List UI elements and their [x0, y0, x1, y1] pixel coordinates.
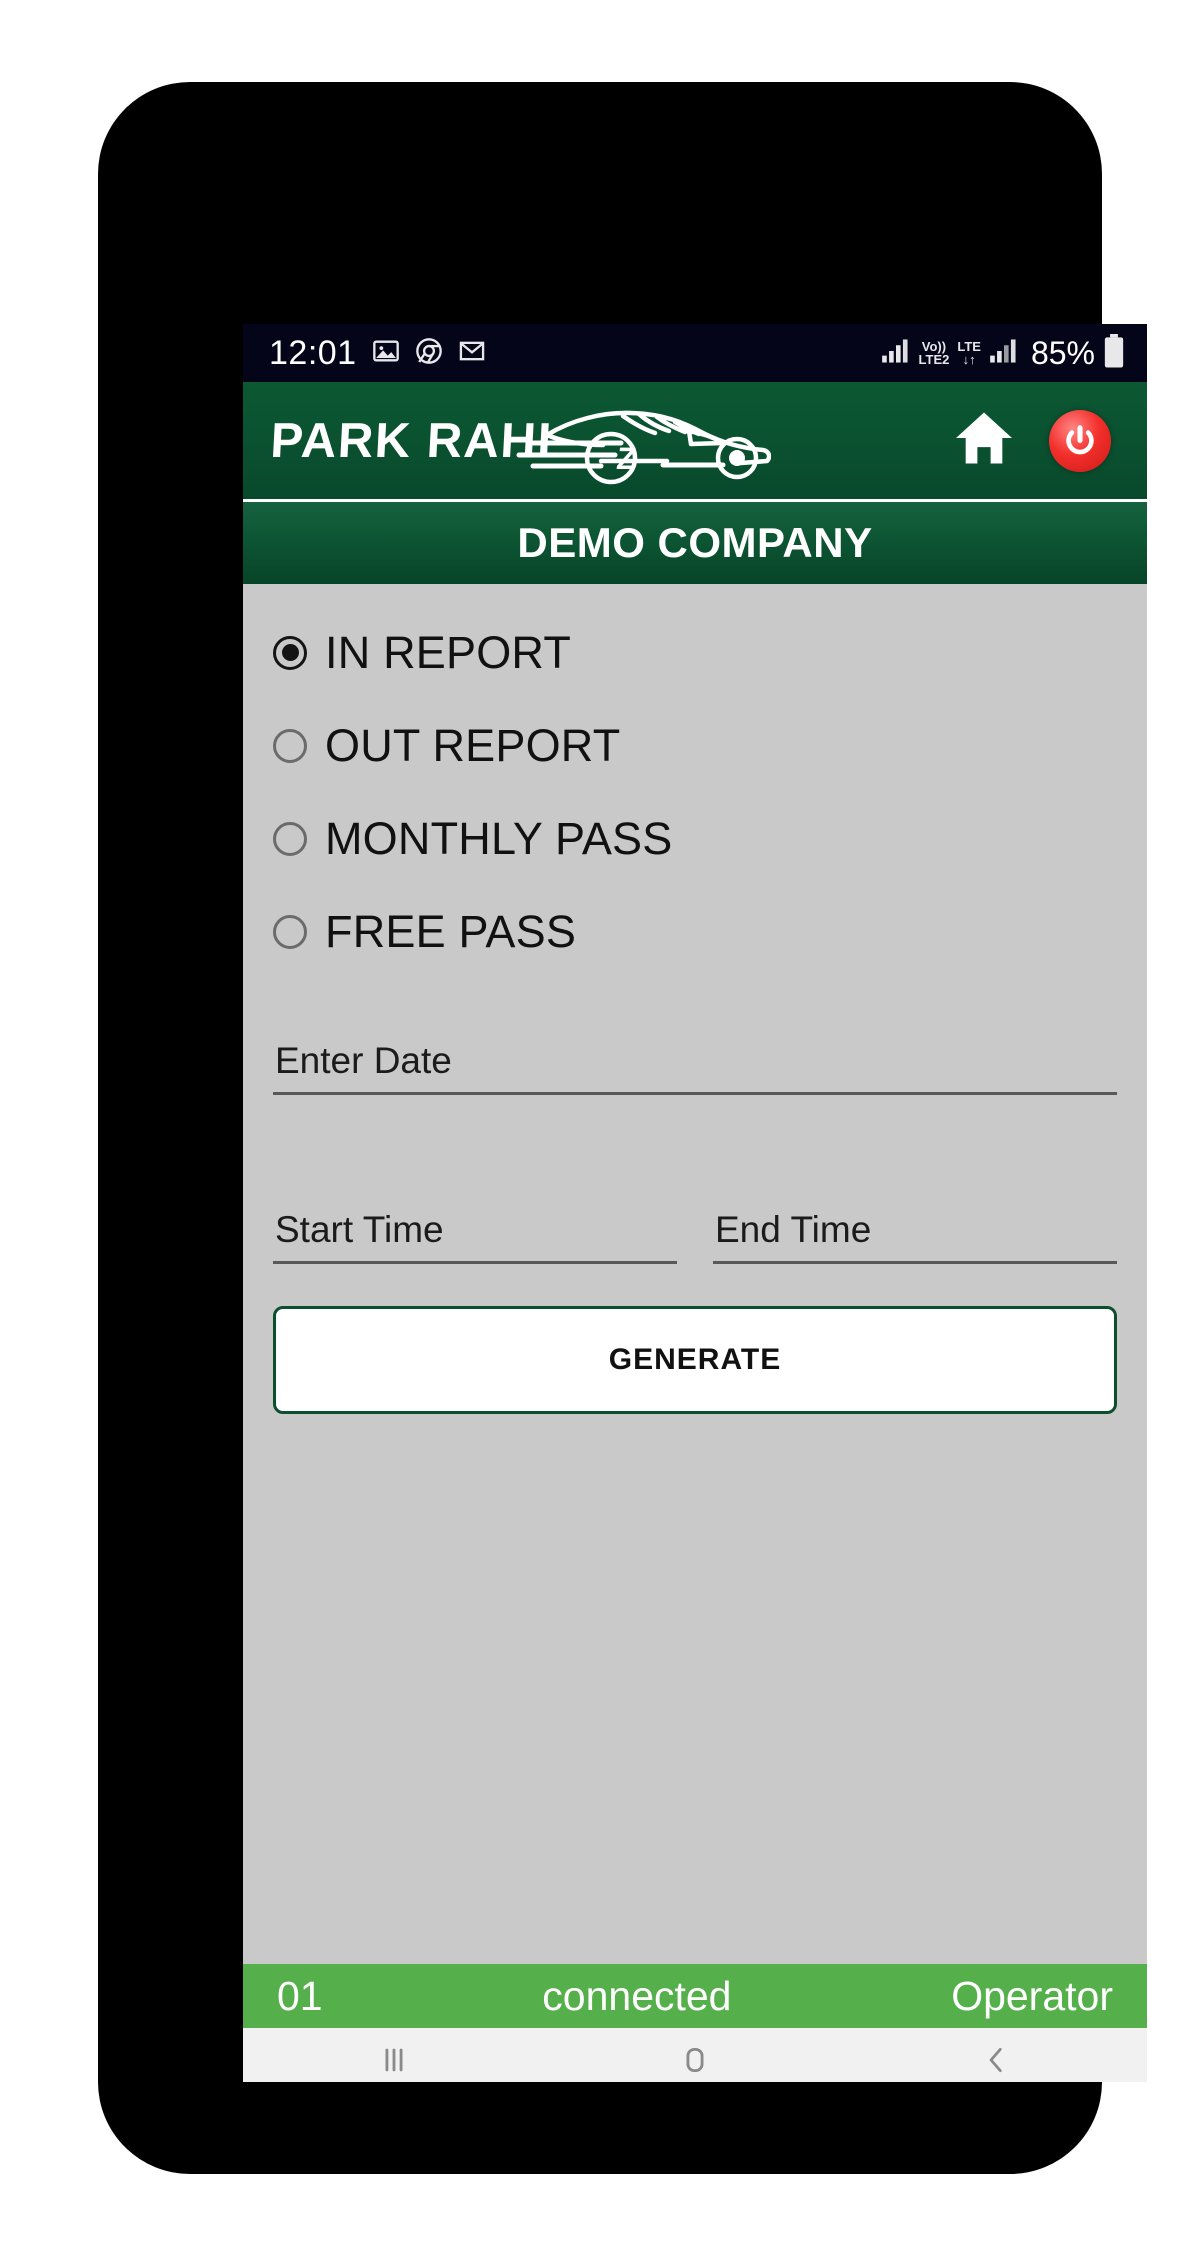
date-field-wrapper [273, 1036, 1117, 1095]
radio-label: IN REPORT [325, 626, 572, 678]
app-header: PARK RAHI Z [243, 382, 1147, 502]
end-time-input[interactable] [713, 1205, 1117, 1264]
svg-text:PARK RAHI: PARK RAHI [271, 414, 554, 468]
chrome-icon [415, 337, 443, 370]
back-chevron-icon[interactable] [936, 2028, 1056, 2082]
app-logo[interactable]: PARK RAHI Z [271, 382, 771, 499]
radio-indicator[interactable] [273, 635, 307, 670]
generate-button[interactable]: GENERATE [273, 1306, 1117, 1414]
phone-device-frame: 12:01 Vo)) LTE2 LTE ↓↑ 85% PARK RAHI Z D… [98, 82, 1147, 2174]
battery-percent-label: 85% [1030, 334, 1095, 371]
company-name-label: DEMO COMPANY [517, 519, 873, 566]
user-role-label: Operator [951, 1972, 1113, 2019]
radio-label: MONTHLY PASS [325, 812, 673, 864]
volte-top-label: Vo)) [921, 338, 947, 354]
radio-indicator[interactable] [273, 914, 307, 949]
radio-option-monthly-pass[interactable]: MONTHLY PASS [273, 792, 1117, 885]
header-actions [953, 409, 1121, 472]
report-form: IN REPORT OUT REPORT MONTHLY PASS FREE P… [243, 584, 1147, 1964]
enter-date-input[interactable] [273, 1036, 1117, 1095]
lte-top-label: LTE [957, 338, 981, 354]
radio-option-free-pass[interactable]: FREE PASS [273, 885, 1117, 978]
end-time-field-wrapper [713, 1205, 1117, 1264]
photos-icon [372, 337, 400, 370]
counter-label: 01 [277, 1972, 323, 2019]
android-status-bar: 12:01 Vo)) LTE2 LTE ↓↑ 85% [243, 324, 1147, 382]
radio-label: FREE PASS [325, 905, 577, 957]
phone-screen: 12:01 Vo)) LTE2 LTE ↓↑ 85% PARK RAHI Z D… [243, 324, 1147, 2082]
svg-text:Z: Z [615, 441, 638, 476]
park-rahi-logo-icon: PARK RAHI Z [271, 410, 771, 484]
radio-option-in-report[interactable]: IN REPORT [273, 606, 1117, 699]
signal-bars-icon-1 [881, 338, 911, 369]
battery-icon [1103, 333, 1125, 373]
home-icon[interactable] [953, 410, 1015, 471]
generate-button-label: GENERATE [608, 1343, 782, 1376]
screenshot-root: 12:01 Vo)) LTE2 LTE ↓↑ 85% PARK RAHI Z D… [0, 0, 1200, 2256]
lte-data-arrows: ↓↑ [962, 352, 976, 367]
app-status-bar: 01 connected Operator [243, 1964, 1147, 2028]
power-icon[interactable] [1049, 409, 1111, 472]
start-time-field-wrapper [273, 1205, 677, 1264]
android-nav-bar [243, 2028, 1147, 2082]
lte-indicator: LTE ↓↑ [957, 338, 981, 367]
gmail-icon [458, 337, 486, 370]
home-square-icon[interactable] [635, 2028, 755, 2082]
connection-status-label: connected [542, 1972, 732, 2019]
company-title-bar: DEMO COMPANY [243, 502, 1147, 584]
start-time-input[interactable] [273, 1205, 677, 1264]
radio-label: OUT REPORT [325, 719, 621, 771]
recents-icon[interactable] [334, 2028, 454, 2082]
volte-indicator: Vo)) LTE2 [918, 338, 950, 367]
radio-option-out-report[interactable]: OUT REPORT [273, 699, 1117, 792]
status-bar-clock: 12:01 [269, 333, 357, 372]
status-bar-right-group: Vo)) LTE2 LTE ↓↑ 85% [881, 333, 1125, 373]
radio-indicator[interactable] [273, 728, 307, 763]
volte-bottom-label: LTE2 [918, 352, 950, 367]
signal-bars-icon-2 [989, 338, 1019, 369]
status-bar-left-group: 12:01 [269, 334, 486, 373]
radio-indicator[interactable] [273, 821, 307, 856]
time-fields-row [273, 1205, 1117, 1264]
